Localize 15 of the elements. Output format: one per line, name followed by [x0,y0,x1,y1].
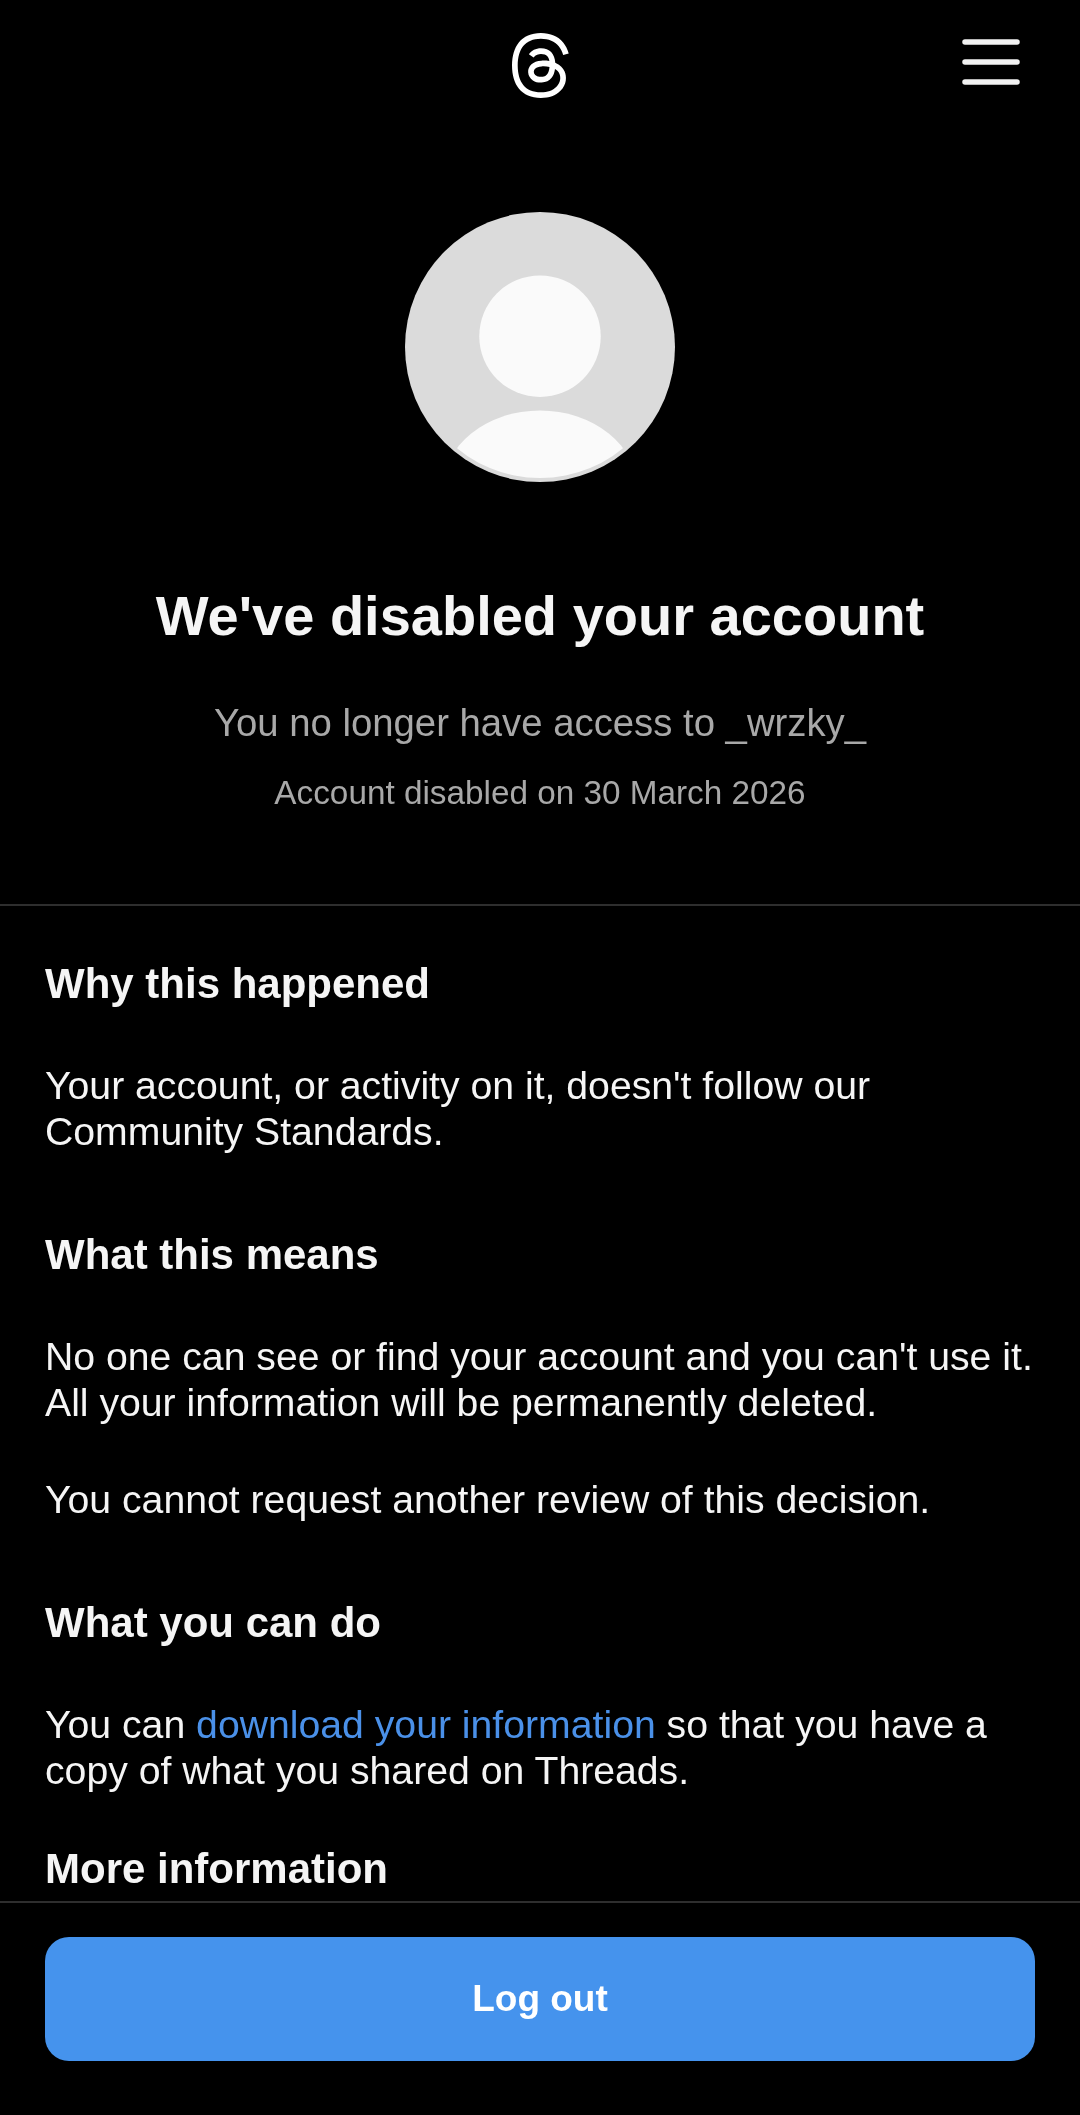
paragraph-text: You cannot request another review of this decision. [45,1477,932,1523]
section-heading: More information [45,1846,389,1892]
section-heading: Why this happened [45,961,431,1007]
paragraph-text: Your account, or activity on it, doesn't follow our Community Standards. [45,1063,872,1155]
page-title: We've disabled your account [154,583,926,649]
disabled-date-text: Account disabled on 30 March 2026 [273,773,807,813]
avatar-silhouette-icon [405,212,675,482]
menu-icon[interactable] [962,39,1020,85]
paragraph-text: You can download your information so that you have a copy of what you shared on Threads. [45,1702,988,1794]
access-notice-text: You no longer have access to _wrzky_ [212,700,868,746]
paragraph-text: No one can see or find your account and you can't use it. All your information will be permanently deleted. [45,1334,1034,1426]
section-heading: What this means [45,1232,380,1278]
download-information-link[interactable]: download your information [196,1703,656,1746]
logo-icon[interactable] [511,32,569,98]
section-heading: What you can do [45,1600,382,1646]
